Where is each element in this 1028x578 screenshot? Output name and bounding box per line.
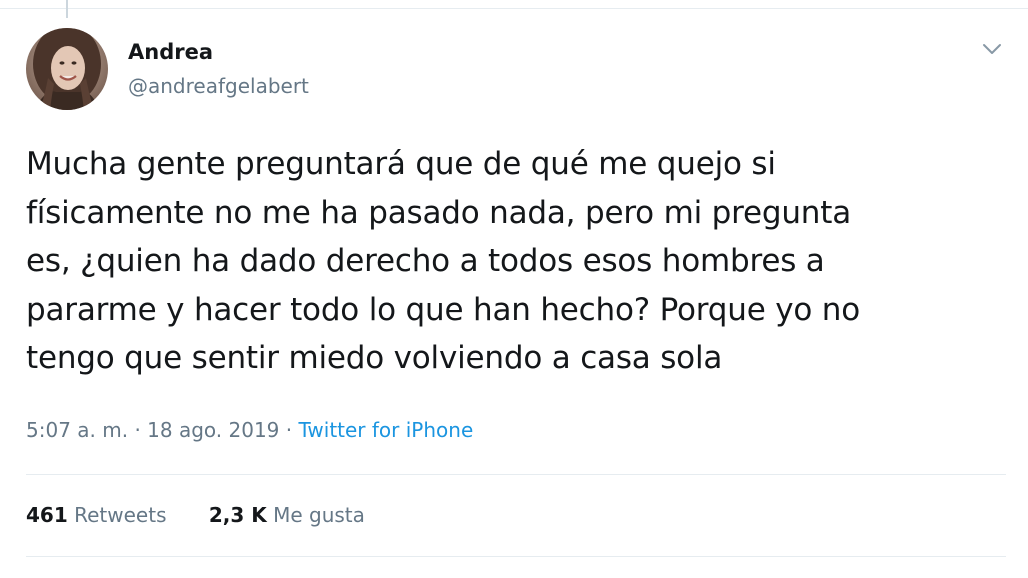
tweet-text: Mucha gente preguntará que de qué me que… — [26, 146, 861, 376]
likes-count: 2,3 K — [208, 503, 267, 527]
retweets-count: 461 — [26, 503, 68, 527]
retweets-label: Retweets — [74, 503, 167, 527]
tweet-stats: 461 Retweets 2,3 K Me gusta — [26, 503, 401, 527]
author-name[interactable]: Andrea — [128, 40, 213, 64]
divider — [26, 556, 1006, 557]
top-border — [0, 8, 1028, 9]
likes-label: Me gusta — [273, 503, 365, 527]
meta-separator: · — [279, 418, 299, 442]
retweets-stat[interactable]: 461 Retweets — [26, 503, 166, 527]
author-handle[interactable]: @andreafgelabert — [128, 74, 309, 98]
tweet-source-link[interactable]: Twitter for iPhone — [299, 418, 474, 442]
tweet-meta: 5:07 a. m. · 18 ago. 2019 · Twitter for … — [26, 418, 473, 442]
likes-stat[interactable]: 2,3 K Me gusta — [209, 503, 365, 527]
tweet-timestamp[interactable]: 5:07 a. m. · 18 ago. 2019 — [26, 418, 279, 442]
avatar-image — [26, 28, 108, 110]
avatar[interactable] — [26, 28, 108, 110]
chevron-down-icon[interactable] — [980, 40, 1004, 58]
thread-line — [66, 0, 68, 18]
divider — [26, 474, 1006, 475]
